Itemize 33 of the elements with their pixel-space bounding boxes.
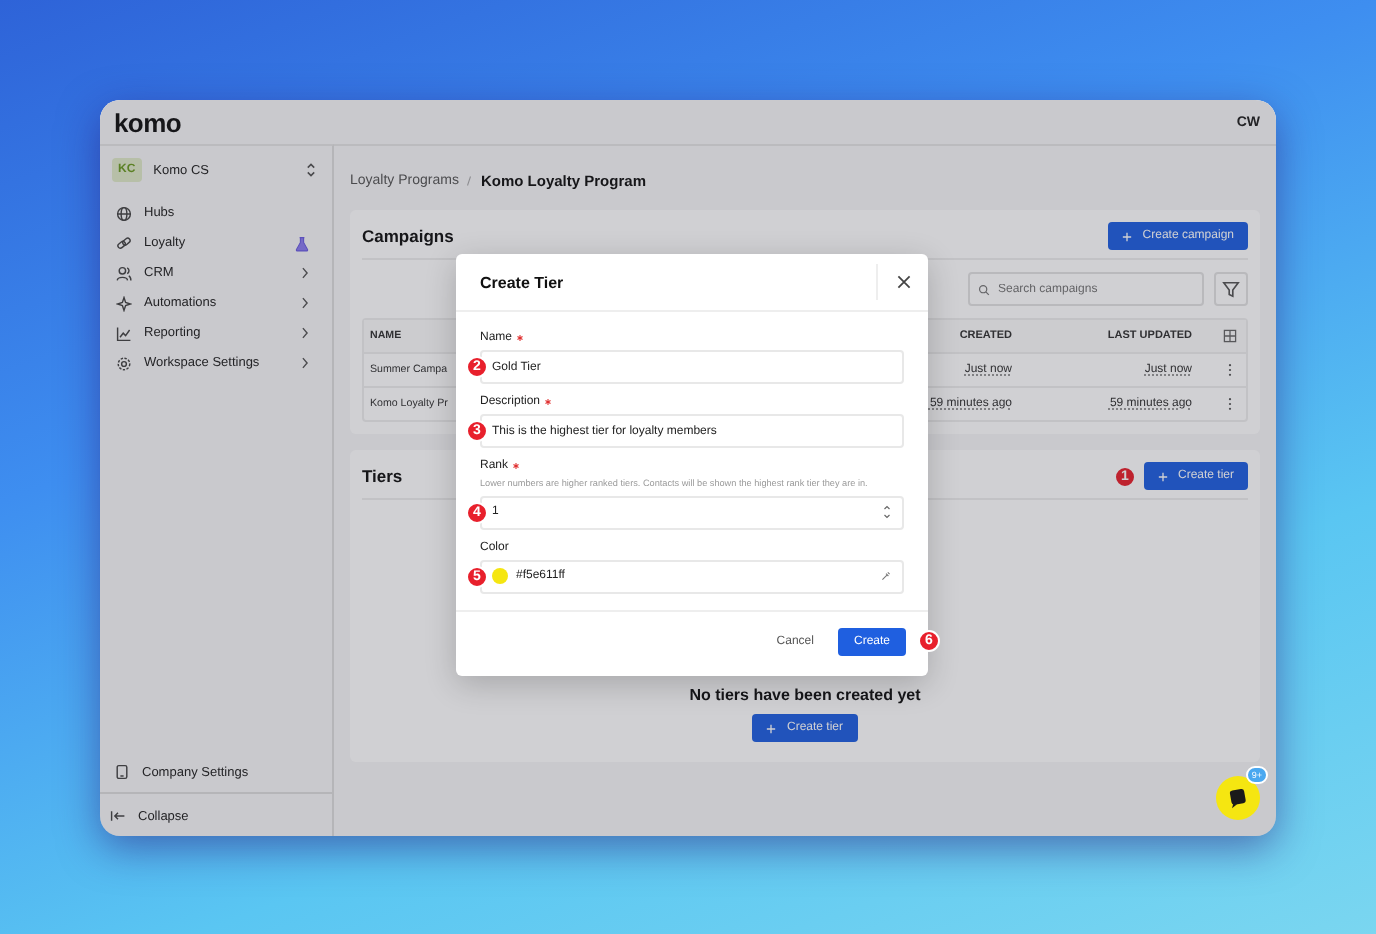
section-title: Campaigns (362, 226, 454, 246)
link-icon (116, 235, 132, 251)
plus-icon (1157, 471, 1168, 481)
building-icon (114, 764, 130, 780)
chevron-right-icon (300, 266, 310, 280)
filter-button[interactable] (1214, 272, 1248, 306)
section-title: Tiers (362, 466, 403, 486)
logo: komo (114, 107, 181, 137)
search-icon (978, 284, 990, 296)
users-icon (116, 265, 132, 281)
help-chat-button[interactable] (1216, 776, 1260, 820)
empty-state-text: No tiers have been created yet (689, 686, 921, 704)
sparkle-icon (116, 295, 132, 311)
dialog-title: Create Tier (480, 273, 564, 291)
chevron-right-icon (300, 326, 310, 340)
plus-icon (1122, 231, 1133, 241)
chevron-updown-icon (306, 162, 316, 178)
plus-icon (766, 723, 777, 733)
color-swatch[interactable] (492, 568, 508, 585)
chevron-right-icon (300, 296, 310, 310)
breadcrumb-separator-icon (466, 173, 473, 187)
globe-icon (116, 205, 132, 221)
chart-icon (116, 325, 132, 341)
eyedropper-icon[interactable] (880, 570, 892, 583)
collapse-arrow-icon (110, 808, 126, 824)
gear-icon (116, 355, 132, 371)
flask-icon (294, 235, 310, 251)
chevron-right-icon (300, 356, 310, 370)
close-icon (895, 274, 911, 290)
chat-bubble-icon (1226, 786, 1250, 810)
stepper-icon[interactable] (882, 502, 892, 523)
filter-icon (1222, 280, 1240, 298)
columns-icon[interactable] (1220, 328, 1240, 344)
